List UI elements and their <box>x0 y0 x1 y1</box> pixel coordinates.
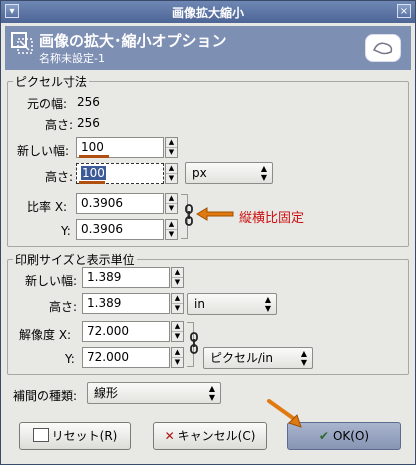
pointer-arrow-icon <box>196 207 234 221</box>
height-spinner[interactable]: ▲ ▼ <box>165 163 178 184</box>
ok-icon: ✔ <box>318 429 329 443</box>
orig-height-label: 高さ: <box>45 118 74 132</box>
res-unit-value: ピクセル/in <box>210 351 273 365</box>
interp-select[interactable]: 線形 ▲ ▼ <box>87 382 221 404</box>
ratio-y-spinner[interactable]: ▲ ▼ <box>165 219 178 240</box>
ratio-x-label: 比率 X: <box>27 200 68 214</box>
print-unit-value: in <box>194 297 205 311</box>
cancel-icon: ✕ <box>164 429 175 443</box>
reset-icon <box>32 428 49 442</box>
ok-button-label: OK(O) <box>332 429 370 443</box>
ratio-x-spinner[interactable]: ▲ ▼ <box>165 193 178 214</box>
cancel-button-label: キャンセル(C) <box>177 429 256 443</box>
reset-button-label: リセット(R) <box>51 429 118 443</box>
print-height-input[interactable]: 1.389 <box>82 293 170 314</box>
print-width-input[interactable]: 1.389 <box>82 267 170 288</box>
print-size-group-label: 印刷サイズと表示単位 <box>13 251 137 268</box>
pixel-unit-select[interactable]: px ▲ ▼ <box>185 162 273 184</box>
print-width-label: 新しい幅: <box>25 274 78 288</box>
height-input-selection: 100 <box>81 166 106 180</box>
reset-button[interactable]: リセット(R) <box>19 422 131 450</box>
chain-link-icon[interactable] <box>189 332 199 354</box>
res-unit-select[interactable]: ピクセル/in ▲ ▼ <box>203 347 313 369</box>
pixel-size-group-label: ピクセル寸法 <box>13 73 90 90</box>
header-subtitle: 名称未設定-1 <box>39 52 105 65</box>
res-x-label: 解像度 X: <box>19 328 72 342</box>
chevron-down-icon: ▼ <box>264 304 271 313</box>
ratio-y-input[interactable]: 0.3906 <box>76 219 164 240</box>
res-x-spinner[interactable]: ▲ ▼ <box>171 321 184 342</box>
orig-width-value: 256 <box>77 95 100 109</box>
pixel-unit-value: px <box>192 166 207 180</box>
chevron-down-icon: ▼ <box>300 358 307 367</box>
height-label: 高さ: <box>45 170 74 184</box>
print-width-spinner[interactable]: ▲ ▼ <box>171 267 184 288</box>
aspect-lock-annotation: 縦横比固定 <box>239 211 305 226</box>
print-height-label: 高さ: <box>49 300 78 314</box>
interp-label: 補間の種類: <box>13 389 78 403</box>
height-highlight-mark <box>79 181 105 184</box>
new-width-label: 新しい幅: <box>17 144 70 158</box>
width-spinner[interactable]: ▲ ▼ <box>165 137 178 158</box>
res-y-spinner[interactable]: ▲ ▼ <box>171 347 184 368</box>
dialog-header: 画像の拡大･縮小オプション 名称未設定-1 <box>5 26 411 70</box>
orig-width-label: 元の幅: <box>27 97 68 111</box>
pointer-arrow-icon <box>267 399 302 428</box>
chevron-down-icon: ▼ <box>208 393 215 402</box>
cancel-button[interactable]: ✕ キャンセル(C) <box>153 422 267 450</box>
image-preview-icon <box>365 34 401 62</box>
header-title: 画像の拡大･縮小オプション <box>39 32 227 50</box>
interp-value: 線形 <box>94 386 119 400</box>
title-bar[interactable]: ▾ 画像拡大縮小 × <box>1 1 415 23</box>
close-icon[interactable]: × <box>397 4 411 18</box>
ratio-x-input[interactable]: 0.3906 <box>76 193 164 214</box>
chain-link-icon[interactable] <box>184 204 194 226</box>
width-highlight-mark <box>79 155 109 158</box>
scale-image-dialog: ▾ 画像拡大縮小 × 画像の拡大･縮小オプション 名称未設定-1 ピクセル寸法 … <box>0 0 416 465</box>
orig-height-value: 256 <box>77 116 100 130</box>
res-x-input[interactable]: 72.000 <box>82 321 170 342</box>
res-y-input[interactable]: 72.000 <box>82 347 170 368</box>
window-title: 画像拡大縮小 <box>171 6 244 20</box>
ratio-y-label: Y: <box>61 224 71 238</box>
res-y-label: Y: <box>65 352 75 366</box>
print-unit-select[interactable]: in ▲ ▼ <box>187 293 277 315</box>
chevron-down-icon: ▼ <box>260 173 267 182</box>
scale-image-icon <box>11 32 33 54</box>
print-height-spinner[interactable]: ▲ ▼ <box>171 293 184 314</box>
